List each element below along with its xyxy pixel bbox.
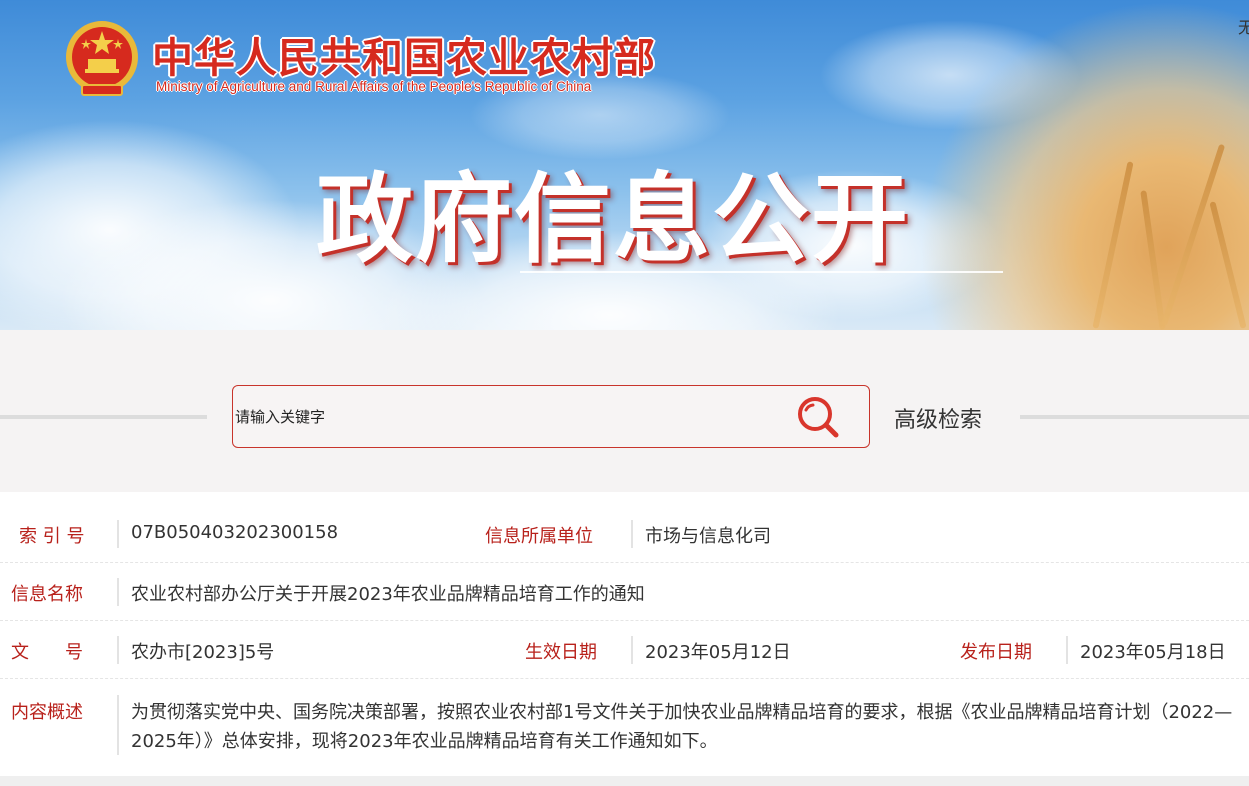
doc-number-label: 文 号 <box>11 642 83 663</box>
divider <box>0 415 207 419</box>
index-label: 索 引 号 <box>19 526 85 547</box>
header-banner: 中华人民共和国农业农村部 Ministry of Agriculture and… <box>0 0 1249 330</box>
column-separator <box>631 520 633 548</box>
footer-strip <box>0 776 1249 786</box>
search-button[interactable] <box>793 394 845 440</box>
column-separator <box>117 695 119 755</box>
column-separator <box>631 636 633 664</box>
department-label: 信息所属单位 <box>485 526 593 547</box>
title-value: 农业农村部办公厅关于开展2023年农业品牌精品培育工作的通知 <box>131 584 645 605</box>
document-info-table: 索 引 号 07B050403202300158 信息所属单位 市场与信息化司 … <box>0 492 1249 786</box>
title-underline <box>520 271 1003 273</box>
department-value: 市场与信息化司 <box>645 526 771 547</box>
divider <box>1020 415 1249 419</box>
column-separator <box>117 520 119 548</box>
ministry-name-en: Ministry of Agriculture and Rural Affair… <box>156 79 592 94</box>
doc-number-value: 农办市[2023]5号 <box>131 642 275 663</box>
column-separator <box>117 636 119 664</box>
publish-date-value: 2023年05月18日 <box>1080 642 1226 663</box>
ministry-name-cn: 中华人民共和国农业农村部 <box>152 34 656 82</box>
effective-date-label: 生效日期 <box>525 642 597 663</box>
national-emblem-icon <box>66 21 138 96</box>
search-icon <box>798 397 839 438</box>
wheat-decoration <box>919 0 1249 330</box>
search-input[interactable] <box>233 386 775 447</box>
search-box <box>232 385 870 448</box>
corner-link[interactable]: 无 <box>1238 14 1249 38</box>
table-row: 信息名称 农业农村部办公厅关于开展2023年农业品牌精品培育工作的通知 <box>0 563 1249 621</box>
column-separator <box>117 578 119 606</box>
table-row: 文 号 农办市[2023]5号 生效日期 2023年05月12日 发布日期 20… <box>0 621 1249 679</box>
summary-label: 内容概述 <box>11 702 83 723</box>
index-value: 07B050403202300158 <box>131 522 339 543</box>
summary-text: 为贯彻落实党中央、国务院决策部署，按照农业农村部1号文件关于加快农业品牌精品培育… <box>131 702 1233 752</box>
publish-date-label: 发布日期 <box>960 642 1032 663</box>
advanced-search-link[interactable]: 高级检索 <box>894 402 982 434</box>
title-label: 信息名称 <box>11 584 83 605</box>
table-row: 索 引 号 07B050403202300158 信息所属单位 市场与信息化司 <box>0 506 1249 563</box>
column-separator <box>1066 636 1068 664</box>
page-title: 政府信息公开 <box>316 163 910 276</box>
effective-date-value: 2023年05月12日 <box>645 642 791 663</box>
